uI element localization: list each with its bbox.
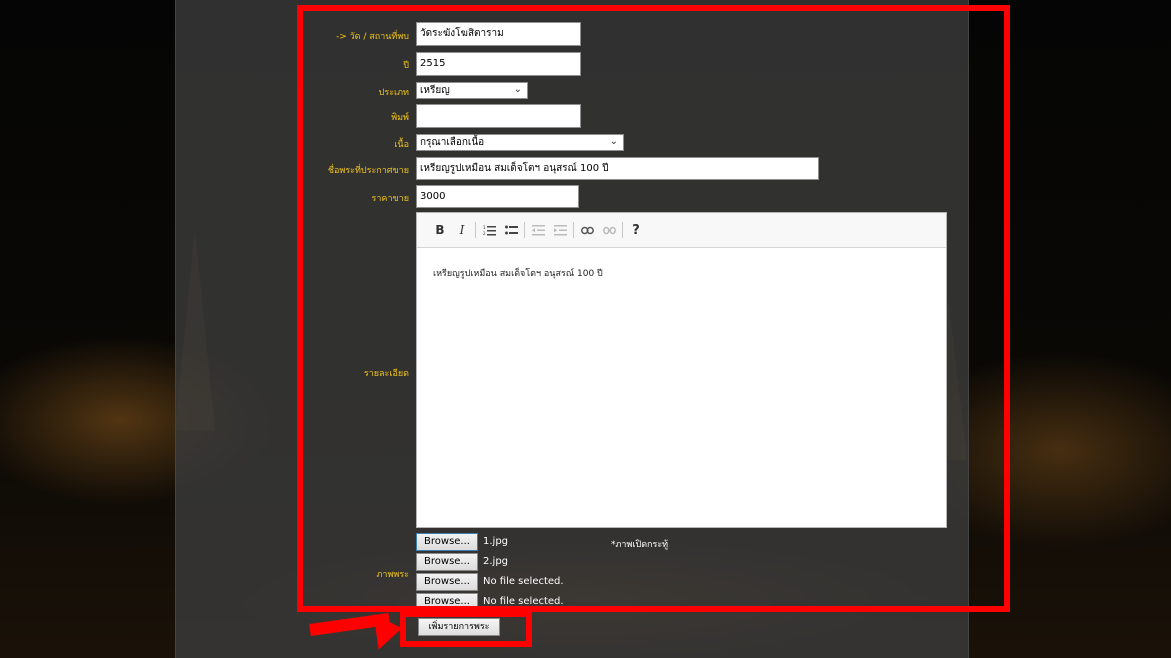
submit-highlight-box: [400, 611, 532, 647]
form-highlight-box: [297, 5, 1010, 612]
arrow-icon: [373, 610, 405, 650]
